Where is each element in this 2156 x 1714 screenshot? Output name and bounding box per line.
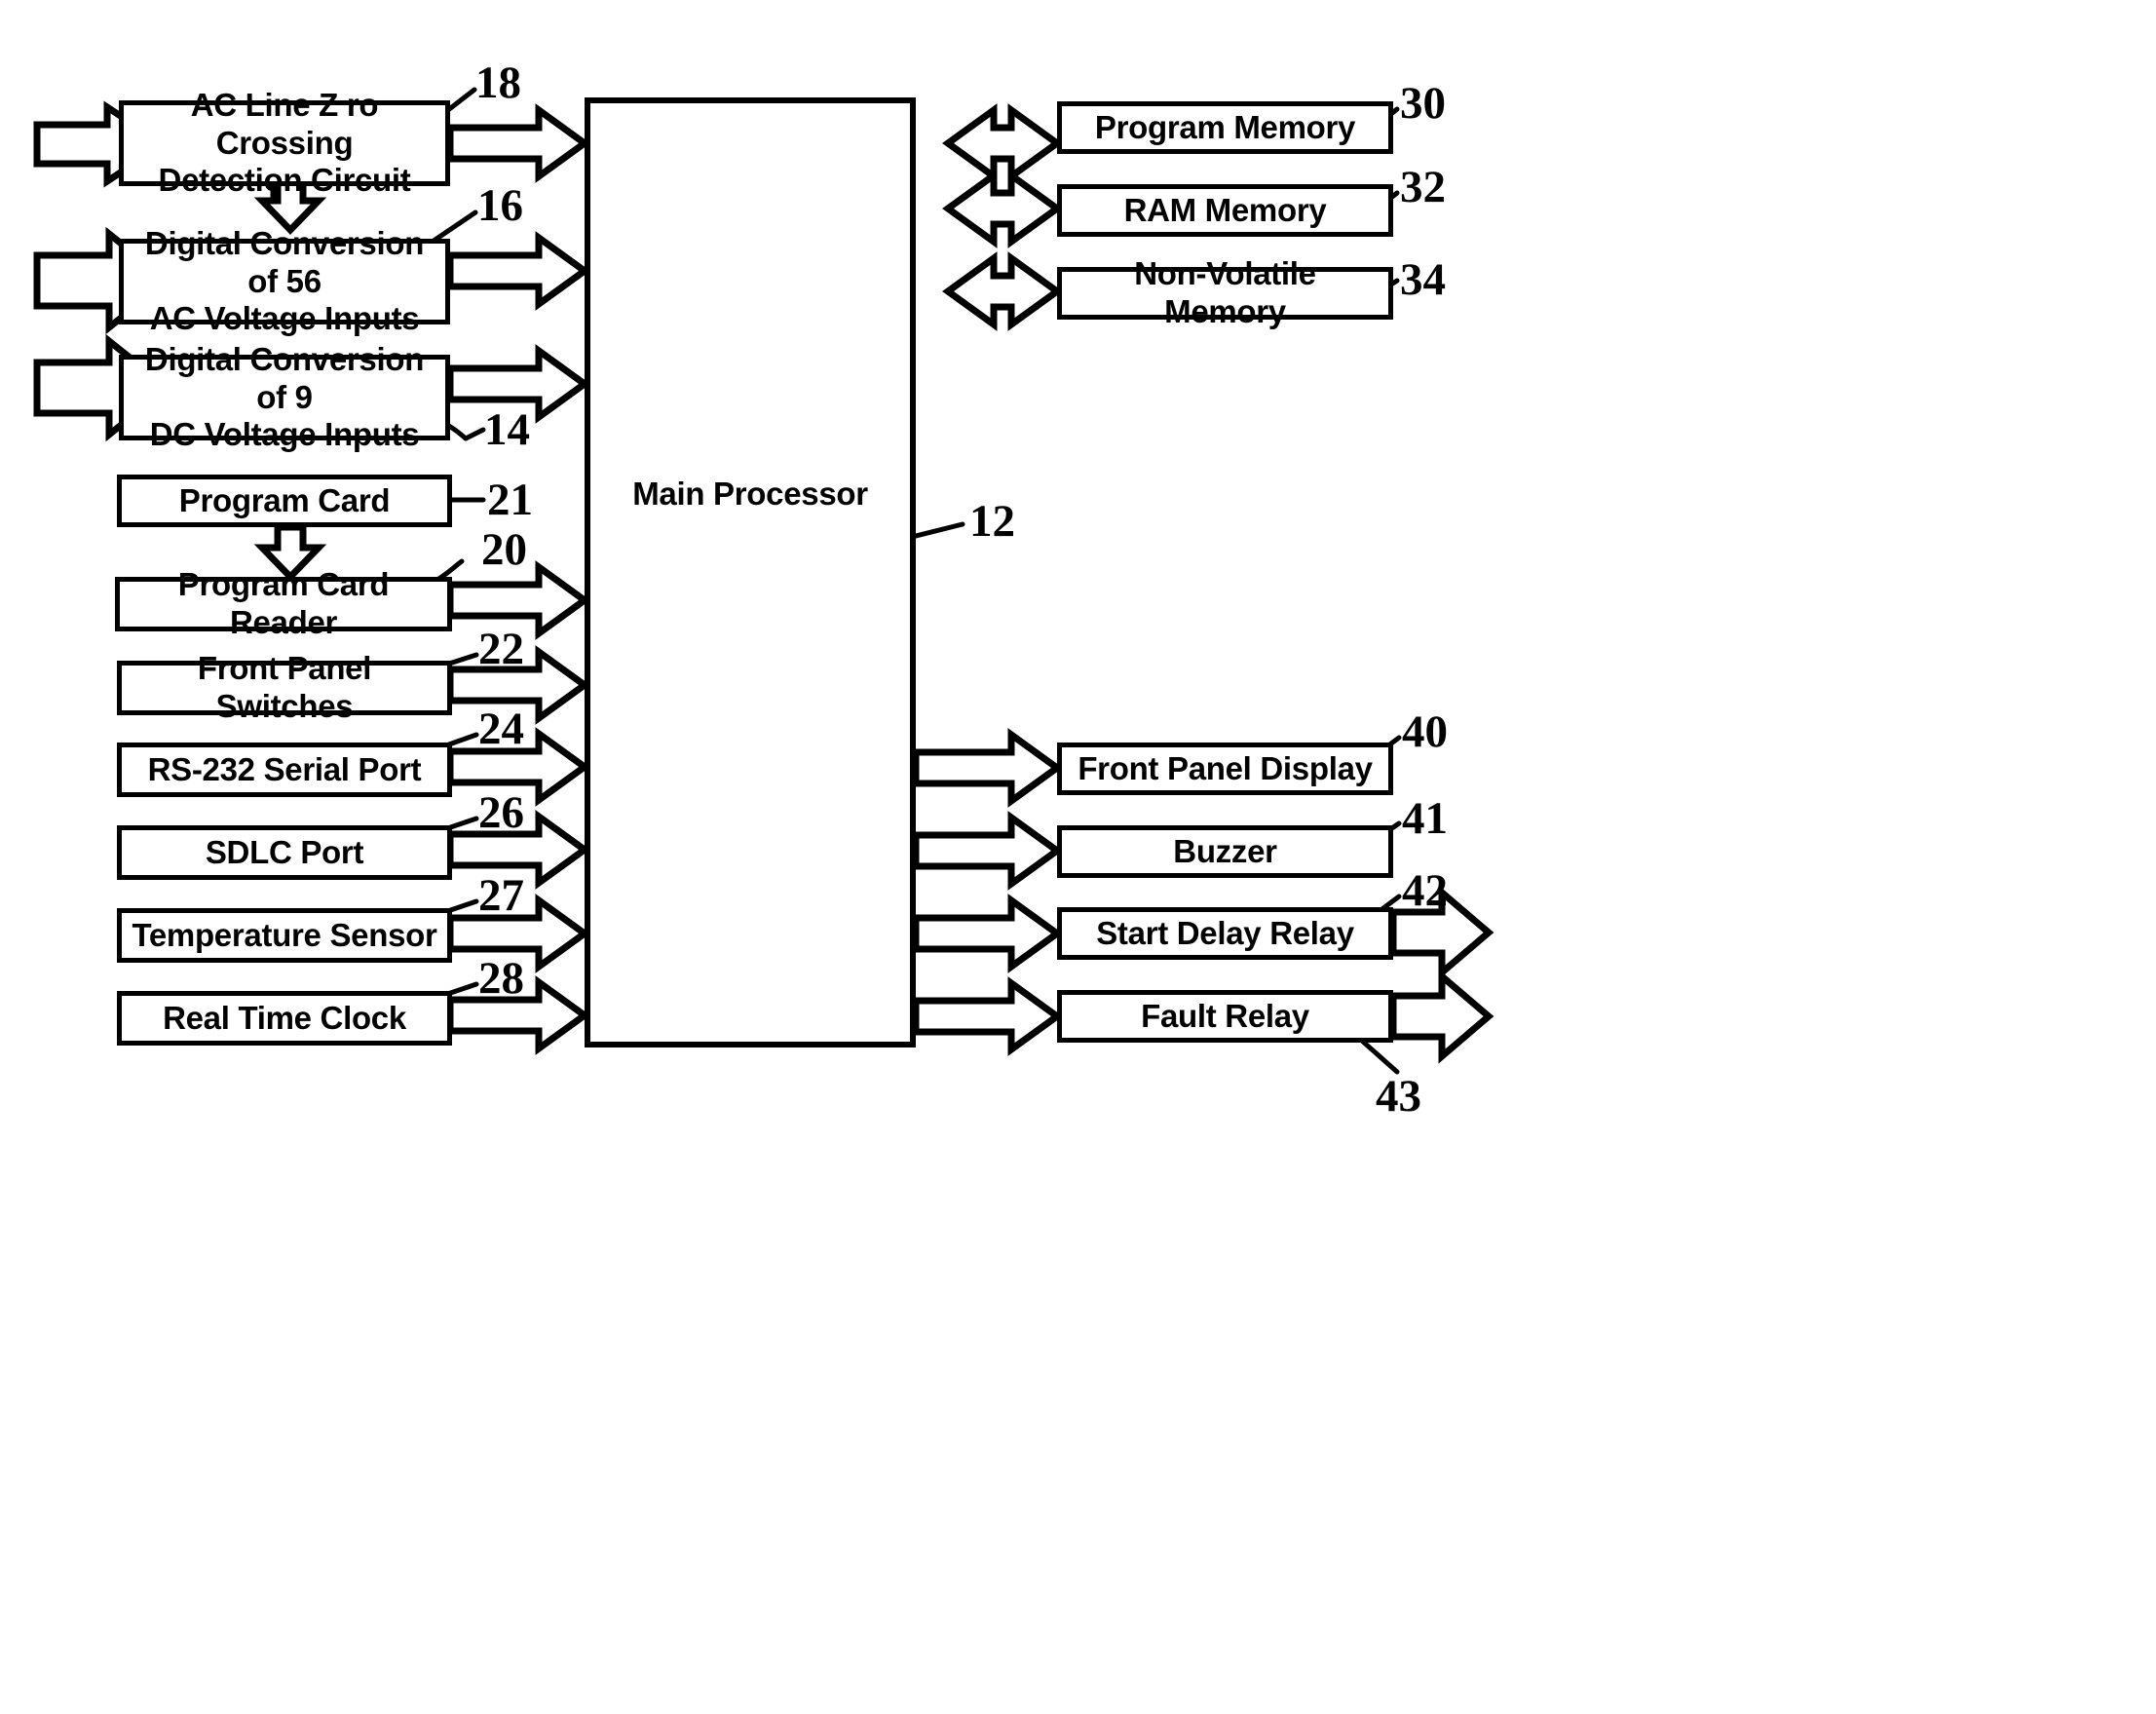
box-ac-line-zero-crossing[interactable]: AC Line Z ro Crossing Detection Circuit xyxy=(119,87,450,198)
figure-canvas: AC Line Z ro Crossing Detection Circuit … xyxy=(0,0,2156,1714)
box-digital-conversion-ac[interactable]: Digital Conversion of 56 AC Voltage Inpu… xyxy=(119,225,450,336)
ref-numeral-24: 24 xyxy=(478,704,524,754)
ref-numeral-30: 30 xyxy=(1400,78,1446,129)
box-start-delay-relay[interactable]: Start Delay Relay xyxy=(1057,907,1393,960)
box-label: AC Line Z ro Crossing Detection Circuit xyxy=(158,86,411,199)
box-sdlc-port[interactable]: SDLC Port xyxy=(117,825,452,880)
box-label: RAM Memory xyxy=(1123,191,1327,228)
box-label: SDLC Port xyxy=(205,833,364,870)
ref-numeral-41: 41 xyxy=(1402,793,1448,844)
box-label: Program Card xyxy=(178,481,391,518)
box-label: Program Card Reader xyxy=(177,566,390,640)
box-real-time-clock[interactable]: Real Time Clock xyxy=(117,991,452,1046)
box-program-memory[interactable]: Program Memory xyxy=(1057,101,1393,154)
ref-numeral-27: 27 xyxy=(478,870,524,921)
box-label: Fault Relay xyxy=(1141,997,1309,1034)
ref-numeral-28: 28 xyxy=(478,953,524,1004)
box-label: RS-232 Serial Port xyxy=(147,750,422,787)
ref-numeral-26: 26 xyxy=(478,787,524,838)
box-label: Program Memory xyxy=(1094,108,1356,145)
ref-numeral-20: 20 xyxy=(481,524,527,575)
arrow-processor-memory-1 xyxy=(942,103,1063,183)
arrow-processor-output-1 xyxy=(912,728,1063,808)
box-label: Front Panel Switches xyxy=(197,650,372,724)
box-label: Real Time Clock xyxy=(163,999,406,1036)
box-label: Buzzer xyxy=(1173,832,1277,869)
arrow-processor-memory-3 xyxy=(942,251,1063,331)
box-label: Temperature Sensor xyxy=(132,916,437,953)
box-label: Non-Volatile Memory xyxy=(1134,255,1316,329)
ref-numeral-32: 32 xyxy=(1400,162,1446,212)
ref-numeral-40: 40 xyxy=(1402,706,1448,757)
arrow-processor-output-2 xyxy=(912,811,1063,891)
leader-14-tail xyxy=(463,427,486,441)
box-program-card-reader[interactable]: Program Card Reader xyxy=(115,566,452,640)
ref-numeral-16: 16 xyxy=(477,180,523,231)
arrow-processor-output-4 xyxy=(912,976,1063,1056)
arrow-input-to-processor-2 xyxy=(446,231,590,311)
box-program-card[interactable]: Program Card xyxy=(117,475,452,527)
arrow-input-to-processor-1 xyxy=(446,103,590,183)
ref-numeral-18: 18 xyxy=(475,57,521,108)
ref-numeral-43: 43 xyxy=(1376,1071,1421,1122)
box-ram-memory[interactable]: RAM Memory xyxy=(1057,184,1393,237)
ref-numeral-14: 14 xyxy=(484,404,530,455)
box-label: Digital Conversion of 9 DC Voltage Input… xyxy=(144,340,425,453)
box-buzzer[interactable]: Buzzer xyxy=(1057,825,1393,878)
box-non-volatile-memory[interactable]: Non-Volatile Memory xyxy=(1057,255,1393,329)
ref-numeral-22: 22 xyxy=(478,624,524,674)
box-front-panel-switches[interactable]: Front Panel Switches xyxy=(117,650,452,724)
box-main-processor[interactable]: Main Processor xyxy=(585,97,916,1047)
box-digital-conversion-dc[interactable]: Digital Conversion of 9 DC Voltage Input… xyxy=(119,341,450,452)
main-processor-label: Main Processor xyxy=(632,476,868,512)
box-label: Digital Conversion of 56 AC Voltage Inpu… xyxy=(144,224,425,337)
box-label: Front Panel Display xyxy=(1078,749,1373,786)
ref-numeral-42: 42 xyxy=(1402,865,1448,916)
ref-numeral-12: 12 xyxy=(969,496,1015,547)
arrow-processor-memory-2 xyxy=(942,169,1063,248)
box-temperature-sensor[interactable]: Temperature Sensor xyxy=(117,908,452,963)
ref-numeral-21: 21 xyxy=(487,475,533,525)
box-front-panel-display[interactable]: Front Panel Display xyxy=(1057,743,1393,795)
external-output-arrow-fault xyxy=(1389,969,1494,1064)
box-label: Start Delay Relay xyxy=(1096,914,1354,951)
box-rs-232-serial-port[interactable]: RS-232 Serial Port xyxy=(117,743,452,797)
ref-numeral-34: 34 xyxy=(1400,254,1446,305)
arrow-processor-output-3 xyxy=(912,894,1063,973)
box-fault-relay[interactable]: Fault Relay xyxy=(1057,990,1393,1043)
